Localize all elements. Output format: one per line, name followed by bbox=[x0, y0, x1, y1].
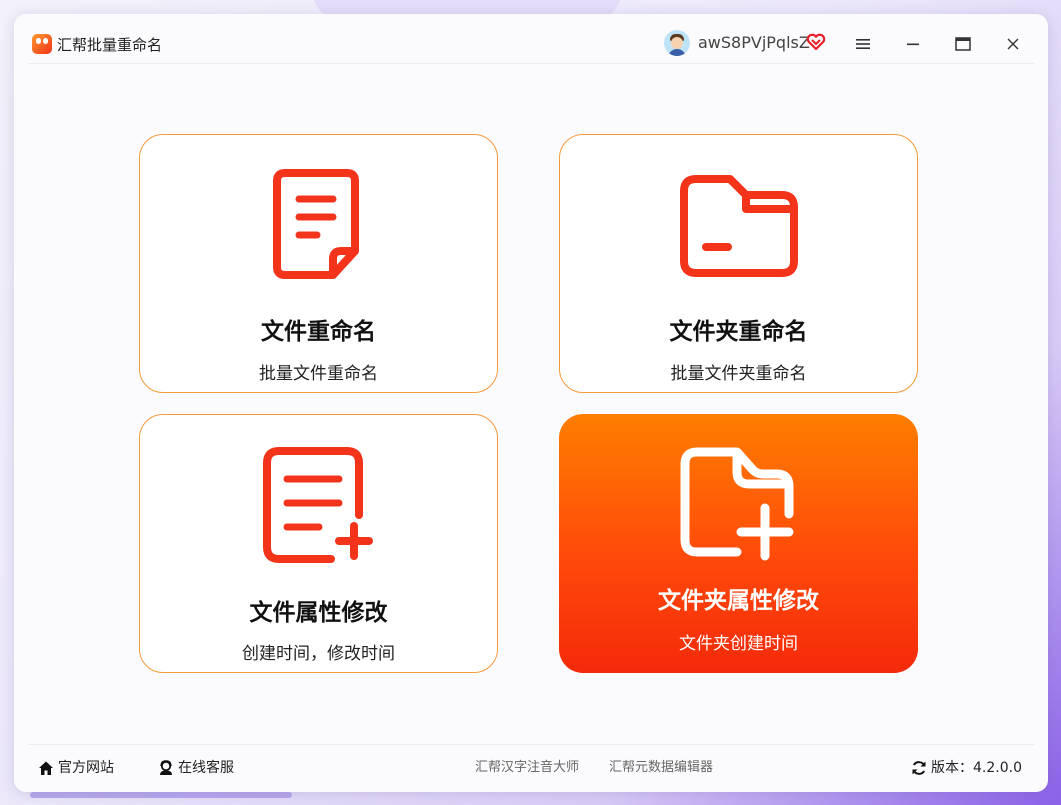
card-file-attributes[interactable]: 文件属性修改 创建时间，修改时间 bbox=[139, 414, 498, 673]
footer-link-pinyin[interactable]: 汇帮汉字注音大师 bbox=[475, 759, 579, 777]
username[interactable]: awS8PVjPqlsZ bbox=[698, 33, 810, 53]
app-logo-icon bbox=[32, 34, 52, 54]
maximize-icon bbox=[955, 37, 971, 51]
footer-link-metadata[interactable]: 汇帮元数据编辑器 bbox=[609, 759, 713, 777]
app-title: 汇帮批量重命名 bbox=[57, 36, 163, 54]
support-agent-icon bbox=[160, 760, 172, 775]
minimize-icon bbox=[907, 43, 919, 46]
card-subtitle: 批量文件夹重命名 bbox=[670, 364, 807, 384]
card-subtitle: 文件夹创建时间 bbox=[679, 634, 798, 654]
version-check[interactable]: 版本：4.2.0.0 bbox=[911, 758, 1022, 778]
online-support-link[interactable]: 在线客服 bbox=[158, 758, 234, 778]
document-add-icon bbox=[262, 447, 373, 563]
card-subtitle: 创建时间，修改时间 bbox=[242, 644, 395, 664]
title-bar: 汇帮批量重命名 awS8PVjPqlsZ bbox=[14, 14, 1048, 64]
version-label: 版本：4.2.0.0 bbox=[931, 760, 1022, 776]
official-website-label: 官方网站 bbox=[58, 760, 114, 776]
official-website-link[interactable]: 官方网站 bbox=[38, 758, 114, 778]
card-title: 文件属性修改 bbox=[249, 600, 388, 626]
avatar[interactable] bbox=[664, 30, 690, 56]
card-file-rename[interactable]: 文件重命名 批量文件重命名 bbox=[139, 134, 498, 393]
document-icon bbox=[272, 169, 359, 279]
card-subtitle: 批量文件重命名 bbox=[259, 364, 378, 384]
menu-button[interactable] bbox=[850, 31, 876, 57]
title-divider bbox=[28, 63, 1034, 64]
footer: 官方网站 在线客服 汇帮汉字注音大师 汇帮元数据编辑器 版本：4.2.0.0 bbox=[14, 745, 1048, 792]
online-support-label: 在线客服 bbox=[178, 760, 234, 776]
refresh-icon bbox=[912, 761, 926, 775]
card-folder-attributes[interactable]: 文件夹属性修改 文件夹创建时间 bbox=[559, 414, 918, 673]
home-icon bbox=[39, 761, 53, 775]
maximize-button[interactable] bbox=[950, 31, 976, 57]
minimize-button[interactable] bbox=[900, 31, 926, 57]
card-title: 文件夹重命名 bbox=[669, 319, 808, 345]
folder-add-icon bbox=[680, 447, 793, 561]
app-window: 汇帮批量重命名 awS8PVjPqlsZ 文件重命名 批量文件重命名 文件夹重命… bbox=[14, 14, 1048, 792]
card-title: 文件重命名 bbox=[261, 319, 376, 345]
close-icon bbox=[1007, 38, 1019, 50]
card-title: 文件夹属性修改 bbox=[658, 588, 819, 614]
vip-heart-icon[interactable] bbox=[806, 32, 826, 52]
folder-icon bbox=[679, 175, 798, 277]
hamburger-icon bbox=[856, 39, 870, 49]
card-folder-rename[interactable]: 文件夹重命名 批量文件夹重命名 bbox=[559, 134, 918, 393]
close-button[interactable] bbox=[1000, 31, 1026, 57]
background-bar bbox=[30, 792, 292, 798]
